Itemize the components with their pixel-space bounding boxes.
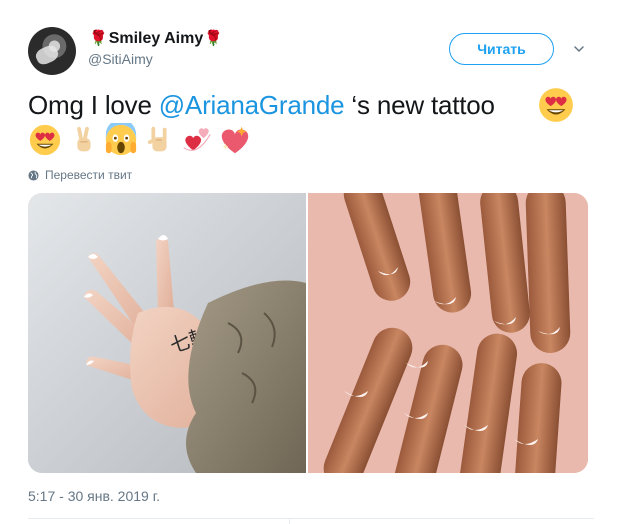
sausage-fingers-photo [308,193,588,473]
media-grid: 七輪 [28,193,588,473]
translate-label: Перевести твит [45,168,133,182]
tweet-text-part: ‘s new tattoo [344,90,495,120]
heart-eyes-emoji-icon [29,124,61,156]
tweet-card: 🌹 Smiley Aimy 🌹 @SitiAimy Читать Omg I l… [0,0,622,524]
translate-link[interactable]: Перевести твит [28,168,132,182]
tweet-timestamp[interactable]: 5:17 - 30 янв. 2019 г. [28,488,160,504]
victory-hand-emoji-icon [77,126,91,152]
chevron-down-icon[interactable] [574,44,584,54]
rock-hand-emoji-icon [147,126,167,152]
user-handle[interactable]: @SitiAimy [88,50,224,68]
display-name-row[interactable]: 🌹 Smiley Aimy 🌹 [88,29,224,49]
user-info: 🌹 Smiley Aimy 🌹 @SitiAimy [88,29,224,68]
mention-link[interactable]: @ArianaGrande [159,90,345,120]
globe-icon [28,169,39,181]
heart-eyes-emoji-icon [539,88,573,122]
avatar[interactable] [28,27,76,75]
rose-icon: 🌹 [204,30,223,47]
hand-tattoo-photo: 七輪 [28,193,306,473]
scream-emoji-icon [105,123,137,156]
tweet-text: Omg I love @ArianaGrande ‘s new tattoo [28,88,588,122]
divider-tick [289,518,290,524]
divider [28,518,594,519]
tweet-text-part: Omg I love [28,90,159,120]
rose-icon: 🌹 [89,30,108,47]
media-photo-hand[interactable]: 七輪 [28,193,306,473]
media-photo-sausages[interactable] [308,193,588,473]
sparkling-heart-emoji-icon [221,126,249,154]
display-name[interactable]: Smiley Aimy [109,29,204,49]
follow-button[interactable]: Читать [449,33,554,65]
revolving-hearts-emoji-icon [183,128,211,151]
emoji-row [28,120,252,160]
